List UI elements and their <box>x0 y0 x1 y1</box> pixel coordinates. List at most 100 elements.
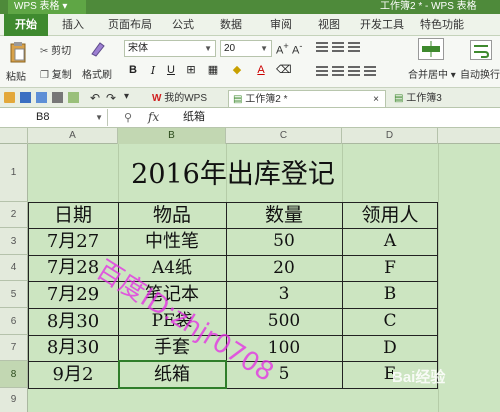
select-all-corner[interactable] <box>0 128 28 144</box>
undo-icon[interactable]: ↶ <box>90 91 100 105</box>
font-name-select[interactable]: 宋体 ▼ <box>124 40 216 57</box>
tab-my-wps-label: 我的WPS <box>164 93 208 104</box>
format-painter-label[interactable]: 格式刷 <box>82 66 112 81</box>
border-button[interactable]: ⊞ <box>184 63 198 78</box>
paste-button[interactable] <box>8 40 28 64</box>
row-header-6[interactable]: 6 <box>0 308 28 335</box>
name-box[interactable]: B8 ▼ <box>0 109 108 126</box>
save-icon[interactable] <box>20 92 31 103</box>
row-header-4[interactable]: 4 <box>0 255 28 281</box>
close-icon[interactable]: × <box>373 91 379 108</box>
column-header-a[interactable]: A <box>28 128 118 144</box>
table-cell[interactable]: 8月30 <box>28 308 118 335</box>
table-cell[interactable]: A <box>342 228 438 255</box>
italic-button[interactable]: I <box>146 63 160 78</box>
row-header-3[interactable]: 3 <box>0 228 28 255</box>
header-quantity[interactable]: 数量 <box>226 202 342 228</box>
tab-data[interactable]: 数据 <box>220 14 242 36</box>
selected-cell[interactable] <box>118 360 227 389</box>
chevron-down-icon: ▼ <box>95 113 103 122</box>
tab-page-layout[interactable]: 页面布局 <box>108 14 152 36</box>
justify-icon[interactable] <box>364 66 376 76</box>
tab-review[interactable]: 审阅 <box>270 14 292 36</box>
shrink-font-button[interactable]: A- <box>292 41 302 57</box>
wrap-text-button[interactable] <box>470 40 492 60</box>
underline-button[interactable]: U <box>164 63 178 78</box>
tab-formula[interactable]: 公式 <box>172 14 194 36</box>
fill-color-button[interactable]: ◆ <box>230 63 244 78</box>
tab-my-wps[interactable]: W 我的WPS <box>148 90 228 107</box>
customize-toolbar-icon[interactable]: ▾ <box>124 91 129 102</box>
table-cell[interactable]: 中性笔 <box>118 228 226 255</box>
sheet-title[interactable]: 2016年出库登记 <box>28 150 438 200</box>
header-date[interactable]: 日期 <box>28 202 118 228</box>
align-bottom-icon[interactable] <box>348 42 360 52</box>
insert-function-button[interactable]: fx <box>148 109 159 126</box>
align-right-icon[interactable] <box>348 66 360 76</box>
merge-center-label[interactable]: 合并居中 ▾ <box>408 66 456 81</box>
baidu-logo: Bai经验 <box>392 369 446 386</box>
tab-special[interactable]: 特色功能 <box>420 14 464 36</box>
tab-view[interactable]: 视图 <box>318 14 340 36</box>
table-cell[interactable]: 8月30 <box>28 335 118 361</box>
table-cell[interactable]: 50 <box>226 228 342 255</box>
column-headers: A B C D <box>0 128 500 144</box>
cut-button[interactable]: ✂ 剪切 <box>40 42 71 57</box>
column-header-e[interactable] <box>438 128 500 144</box>
tab-home[interactable]: 开始 <box>4 14 48 36</box>
column-header-d[interactable]: D <box>342 128 438 144</box>
tab-insert[interactable]: 插入 <box>62 14 84 36</box>
formula-input[interactable]: 纸箱 <box>183 109 205 126</box>
column-header-c[interactable]: C <box>226 128 342 144</box>
formula-bar: B8 ▼ ⚲ fx 纸箱 <box>0 108 500 128</box>
paste-label[interactable]: 粘贴 <box>6 68 26 83</box>
header-recipient[interactable]: 领用人 <box>342 202 438 228</box>
table-cell[interactable]: 9月2 <box>28 361 118 388</box>
print-preview-icon[interactable] <box>68 92 79 103</box>
align-middle-icon[interactable] <box>332 42 344 52</box>
print-icon[interactable] <box>52 92 63 103</box>
table-cell[interactable]: D <box>342 335 438 361</box>
header-item[interactable]: 物品 <box>118 202 226 228</box>
table-cell[interactable]: C <box>342 308 438 335</box>
table-cell[interactable]: 3 <box>226 281 342 308</box>
merge-center-button[interactable] <box>418 38 444 60</box>
column-header-b[interactable]: B <box>118 128 226 144</box>
export-pdf-icon[interactable] <box>36 92 47 103</box>
row-header-8[interactable]: 8 <box>0 361 28 388</box>
table-cell[interactable]: 500 <box>226 308 342 335</box>
tab-developer[interactable]: 开发工具 <box>360 14 404 36</box>
align-left-icon[interactable] <box>316 66 328 76</box>
wrap-text-label[interactable]: 自动换行 <box>460 66 500 81</box>
bold-button[interactable]: B <box>126 63 140 78</box>
table-cell[interactable]: 20 <box>226 255 342 281</box>
font-size-select[interactable]: 20 ▼ <box>220 40 272 57</box>
clear-format-button[interactable]: ⌫ <box>276 63 292 78</box>
format-painter-button[interactable] <box>88 40 106 58</box>
merge-border-button[interactable]: ▦ <box>206 63 220 78</box>
tab-workbook2-label: 工作簿2 * <box>245 94 288 105</box>
copy-button[interactable]: ❐ 复制 <box>40 66 72 81</box>
tab-workbook2[interactable]: ▤ 工作簿2 * × <box>228 90 386 107</box>
table-cell[interactable]: F <box>342 255 438 281</box>
font-color-button[interactable]: A <box>254 63 268 78</box>
window-title: 工作簿2 * - WPS 表格 <box>380 1 477 12</box>
font-name-value: 宋体 <box>128 43 148 54</box>
brush-icon <box>91 42 105 57</box>
row-header-9[interactable]: 9 <box>0 388 28 412</box>
row-header-7[interactable]: 7 <box>0 335 28 361</box>
open-folder-icon[interactable] <box>4 92 15 103</box>
grow-font-button[interactable]: A+ <box>276 41 289 57</box>
row-header-5[interactable]: 5 <box>0 281 28 308</box>
zoom-formula-icon[interactable]: ⚲ <box>124 111 132 124</box>
table-cell[interactable]: 7月27 <box>28 228 118 255</box>
table-cell[interactable]: B <box>342 281 438 308</box>
paint-bucket-icon: ◆ <box>232 64 242 76</box>
tab-workbook3[interactable]: ▤ 工作簿3 <box>390 90 480 107</box>
align-top-icon[interactable] <box>316 42 328 52</box>
align-center-icon[interactable] <box>332 66 344 76</box>
row-header-1[interactable]: 1 <box>0 144 28 202</box>
app-menu-button[interactable]: WPS 表格 ▾ <box>8 0 86 14</box>
row-header-2[interactable]: 2 <box>0 202 28 228</box>
redo-icon[interactable]: ↷ <box>106 91 116 105</box>
